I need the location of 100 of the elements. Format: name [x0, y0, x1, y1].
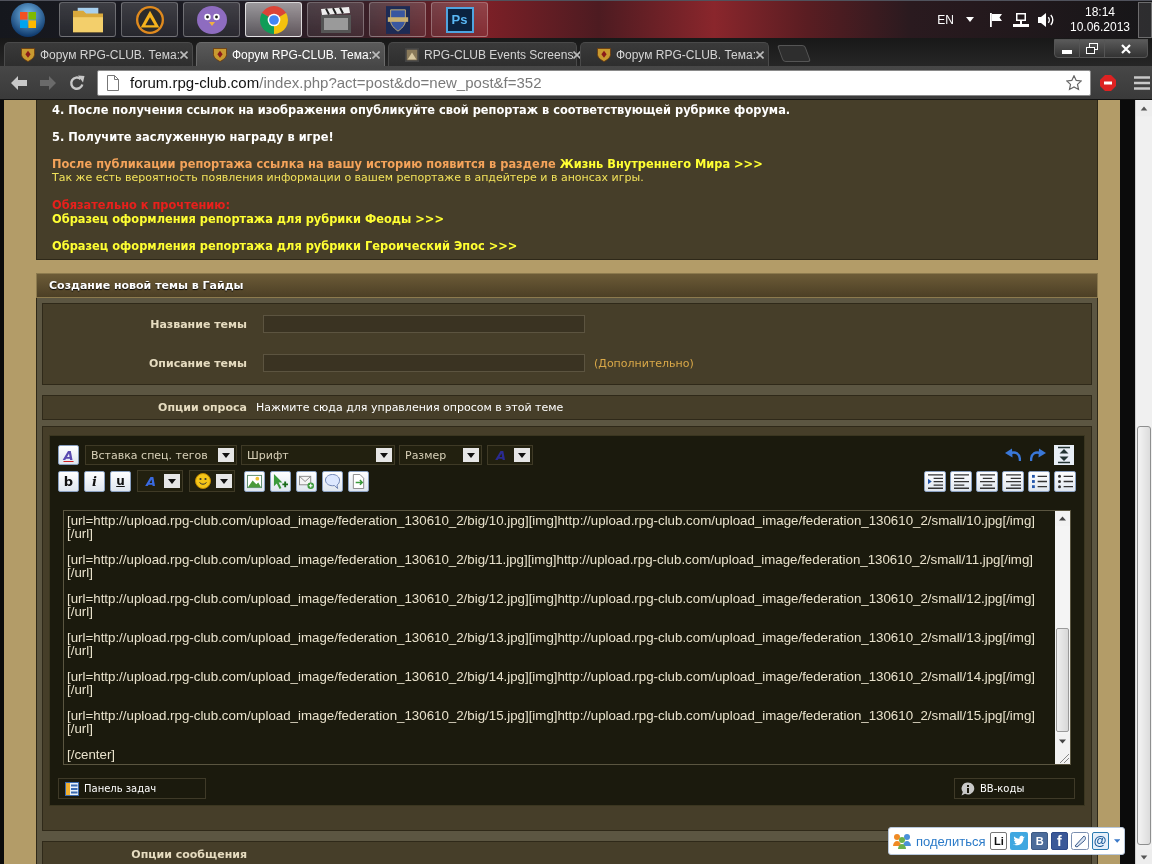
browser-tab[interactable]: Форум RPG-CLUB. Тема:: [196, 42, 385, 66]
show-desktop-button[interactable]: [1138, 1, 1152, 38]
redo-icon[interactable]: [1030, 448, 1046, 462]
field-label: Опции сообщения: [130, 847, 247, 861]
taskbar-button[interactable]: [307, 2, 364, 37]
toolbar-button[interactable]: [1054, 470, 1076, 492]
minimize-button[interactable]: [1054, 39, 1080, 58]
scrollbar-thumb[interactable]: [1137, 426, 1151, 845]
toolbar-button[interactable]: [348, 470, 369, 492]
start-button[interactable]: [8, 1, 48, 38]
field-label: Название темы: [149, 317, 247, 331]
triangle-logo-icon: [134, 5, 165, 34]
taskbar-button[interactable]: [245, 2, 302, 37]
toolbar-button[interactable]: [244, 470, 265, 492]
toolbar-button[interactable]: [1002, 470, 1024, 492]
share-button[interactable]: B: [1031, 832, 1048, 850]
code-line: [/center]: [67, 748, 117, 761]
crest-icon: [597, 47, 611, 62]
share-button[interactable]: f: [1051, 832, 1068, 850]
close-icon: [1121, 43, 1131, 54]
code-line: [/url]: [67, 605, 93, 618]
flag-icon[interactable]: [990, 12, 1002, 27]
star-icon[interactable]: [1066, 74, 1082, 91]
stop-sign-icon[interactable]: [1100, 74, 1116, 91]
browser-tab[interactable]: Форум RPG-CLUB. Тема:: [4, 42, 193, 66]
taskbar-button[interactable]: [369, 2, 426, 37]
speaker-icon[interactable]: [1038, 12, 1054, 27]
share-button[interactable]: @: [1091, 832, 1109, 850]
code-line: [/url]: [67, 722, 93, 735]
arrow-left-icon: [10, 74, 27, 91]
text-style-button[interactable]: A: [58, 445, 79, 465]
document-arrow-icon: [351, 473, 366, 489]
field-label: Опции опроса: [157, 401, 247, 414]
page-icon: [106, 74, 120, 91]
editor-footer-button[interactable]: BB-коды: [954, 778, 1075, 799]
toolbar-button[interactable]: [950, 470, 972, 492]
format-button[interactable]: u: [110, 470, 131, 492]
share-link[interactable]: поделиться: [916, 833, 986, 849]
reload-icon: [68, 74, 85, 91]
browser-tab[interactable]: RPG-CLUB Events Screens: [388, 42, 577, 66]
app-logo-tile: Ps: [445, 6, 474, 33]
indent-icon: [927, 473, 943, 489]
browser-tab[interactable]: Форум RPG-CLUB. Тема:: [580, 42, 769, 66]
taskbar-button[interactable]: [183, 2, 240, 37]
align-right-icon: [1005, 473, 1021, 489]
share-button[interactable]: Li: [990, 832, 1008, 850]
sample-link[interactable]: Образец оформления репортажа для рубрики Героический Эпос >>>: [52, 239, 1082, 253]
close-icon[interactable]: [573, 50, 582, 59]
code-line: [/url]: [67, 644, 93, 657]
format-button[interactable]: b: [58, 470, 79, 492]
taskbar-button[interactable]: Ps: [431, 2, 488, 37]
section-link[interactable]: Жизнь Внутреннего Мира >>>: [559, 157, 763, 171]
clock-date[interactable]: 10.06.2013: [1069, 19, 1131, 35]
caret-icon[interactable]: [966, 17, 974, 22]
format-button[interactable]: i: [84, 470, 105, 492]
bird-icon: [196, 5, 227, 34]
taskbar-button[interactable]: [59, 2, 116, 37]
note-text: Так же есть вероятность появления информации о вашем репортаже в апдейтере и в анонсах игры.: [52, 171, 645, 185]
clapperboard-icon: [320, 5, 351, 34]
dropdown-select[interactable]: Шрифт: [241, 445, 395, 465]
input-field[interactable]: [263, 354, 585, 372]
dropdown-select[interactable]: Вставка спец. тегов: [85, 445, 237, 465]
code-line: [/url]: [67, 566, 93, 579]
network-icon[interactable]: [1013, 12, 1029, 27]
editor-footer-button[interactable]: Панель задач: [58, 778, 206, 799]
toolbar-button[interactable]: [322, 470, 343, 492]
close-button[interactable]: [1105, 39, 1148, 58]
scrollbar[interactable]: [1135, 100, 1152, 864]
language-indicator[interactable]: EN: [937, 12, 954, 27]
section-header: Создание новой темы в Гайды: [36, 273, 1098, 298]
restore-button[interactable]: [1080, 39, 1105, 58]
toolbar-button[interactable]: [270, 470, 291, 492]
toolbar-button[interactable]: [924, 470, 946, 492]
dropdown-select[interactable]: Размер: [399, 445, 482, 465]
undo-icon[interactable]: [1005, 448, 1021, 462]
bird-icon[interactable]: [1010, 832, 1029, 850]
address-field[interactable]: forum.rpg-club.com/index.php?act=post&do=new_post&f=352: [97, 69, 1091, 96]
url-text: forum.rpg-club.com/index.php?act=post&do=new_post&f=352: [130, 74, 542, 91]
sample-link[interactable]: Образец оформления репортажа для рубрики Феоды >>>: [52, 212, 1082, 226]
expand-collapse-icon[interactable]: [1054, 445, 1074, 465]
clock-time[interactable]: 18:14: [1085, 4, 1115, 20]
menu-icon[interactable]: [1134, 75, 1150, 90]
feather-icon[interactable]: [1070, 832, 1089, 850]
numbered-list-icon: [1031, 473, 1047, 489]
scrollbar-thumb[interactable]: [1056, 628, 1069, 732]
close-icon[interactable]: [180, 50, 189, 59]
input-field[interactable]: [263, 315, 585, 333]
window-panel-icon: [65, 781, 79, 796]
crest-icon: [213, 47, 227, 62]
color-wheel-icon: [258, 5, 289, 34]
close-icon[interactable]: [756, 50, 765, 59]
toolbar-button[interactable]: [1028, 470, 1050, 492]
poll-link[interactable]: Нажмите сюда для управления опросом в этой теме: [256, 401, 564, 414]
close-icon[interactable]: [372, 50, 381, 59]
message-field[interactable]: [63, 510, 1071, 765]
toolbar-button[interactable]: [296, 470, 317, 492]
emoticon-select[interactable]: [189, 470, 235, 492]
instruction-text: 5. Получите заслуженную награду в игре!: [52, 130, 335, 144]
taskbar-button[interactable]: [121, 2, 178, 37]
toolbar-button[interactable]: [976, 470, 998, 492]
